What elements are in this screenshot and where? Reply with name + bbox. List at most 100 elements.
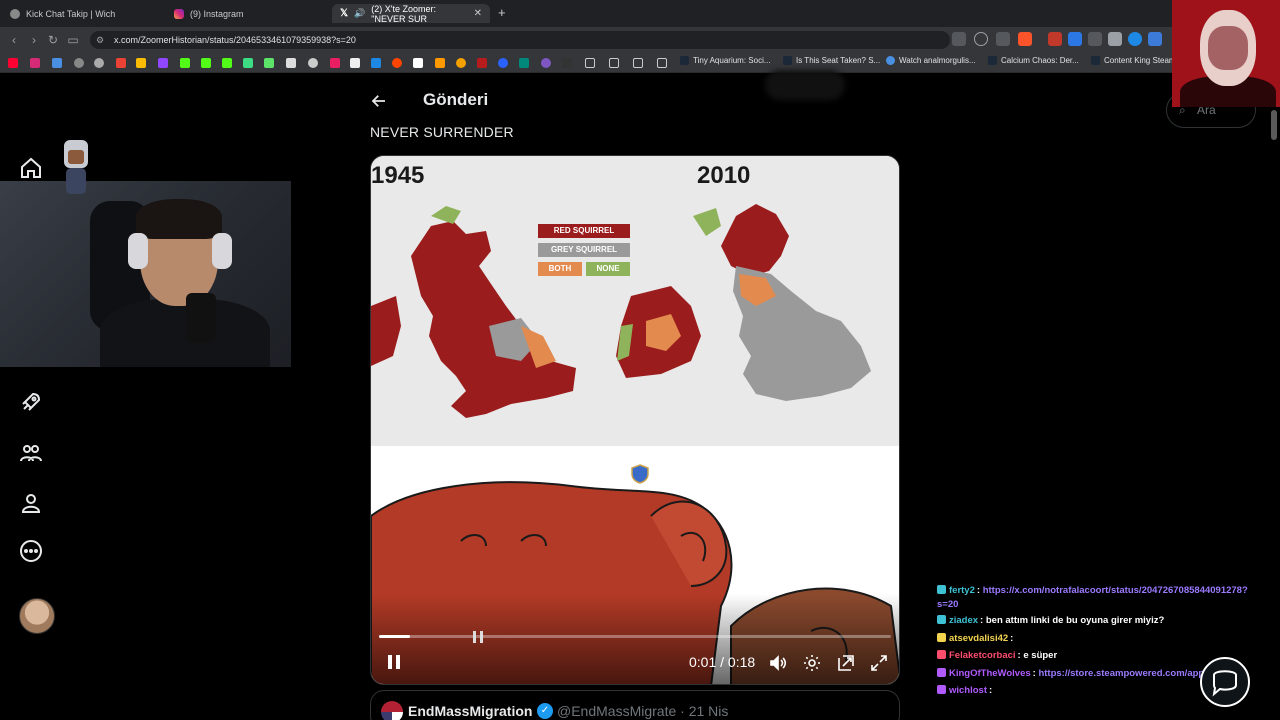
squirrel-maps bbox=[371, 204, 871, 418]
bookmark-item[interactable]: Tiny Aquarium: Soci... bbox=[680, 56, 771, 65]
fullscreen-icon[interactable] bbox=[870, 654, 888, 672]
drive-icon[interactable] bbox=[136, 58, 146, 68]
chat-username[interactable]: KingOfTheWolves bbox=[949, 668, 1031, 679]
bookmark-icon[interactable] bbox=[308, 58, 318, 68]
tab-kick-chat[interactable]: Kick Chat Takip | Wich bbox=[2, 4, 166, 23]
quoted-post[interactable]: EndMassMigration ✓ @EndMassMigrate · 21 … bbox=[370, 690, 900, 720]
bookmark-item[interactable]: Watch analmorgulis... bbox=[886, 56, 976, 65]
new-tab-button[interactable]: + bbox=[498, 5, 506, 20]
bookmark-icon[interactable] bbox=[330, 58, 340, 68]
extension-icon[interactable] bbox=[1048, 32, 1062, 46]
bookmark-icon[interactable] bbox=[52, 58, 62, 68]
cast-icon[interactable] bbox=[952, 32, 966, 46]
more-icon[interactable] bbox=[19, 539, 43, 563]
quoted-author-name[interactable]: EndMassMigration bbox=[408, 703, 532, 719]
home-icon[interactable] bbox=[19, 156, 43, 180]
forward-icon[interactable]: › bbox=[26, 32, 42, 48]
folder-icon[interactable] bbox=[585, 58, 595, 68]
rocket-icon[interactable] bbox=[19, 390, 43, 414]
steam-icon bbox=[680, 56, 689, 65]
instagram-icon[interactable] bbox=[30, 58, 40, 68]
x-logo-icon: 𝕏 bbox=[340, 8, 349, 19]
steam-icon bbox=[988, 56, 997, 65]
legend-both: BOTH bbox=[538, 262, 582, 276]
folder-icon[interactable] bbox=[633, 58, 643, 68]
extension-icon[interactable] bbox=[1128, 32, 1142, 46]
chat-badge-icon bbox=[937, 585, 946, 594]
pause-icon[interactable] bbox=[385, 653, 403, 671]
back-arrow-icon[interactable] bbox=[370, 92, 388, 110]
kick-icon[interactable] bbox=[201, 58, 211, 68]
folder-icon[interactable] bbox=[609, 58, 619, 68]
account-avatar[interactable] bbox=[19, 598, 55, 634]
share-icon[interactable] bbox=[996, 32, 1010, 46]
address-bar[interactable]: ⚙ x.com/ZoomerHistorian/status/204653346… bbox=[90, 31, 950, 49]
extension-icon[interactable] bbox=[1148, 32, 1162, 46]
bookmark-item[interactable]: Is This Seat Taken? S... bbox=[783, 56, 880, 65]
chat-bubble-icon[interactable] bbox=[1200, 657, 1250, 707]
communities-icon[interactable] bbox=[19, 441, 43, 465]
volume-icon[interactable] bbox=[769, 654, 787, 672]
url-text: x.com/ZoomerHistorian/status/20465334610… bbox=[114, 35, 356, 45]
bookmark-icon[interactable] bbox=[243, 58, 253, 68]
chat-username[interactable]: wichlost bbox=[949, 685, 987, 696]
bookmark-icon[interactable] bbox=[519, 58, 529, 68]
extension-icon[interactable] bbox=[1088, 32, 1102, 46]
bookmark-icon[interactable] bbox=[456, 58, 466, 68]
x-logo-icon[interactable] bbox=[350, 58, 360, 68]
bookmark-item[interactable]: Content King Steam bbox=[1091, 56, 1176, 65]
zoom-icon[interactable] bbox=[974, 32, 988, 46]
twitch-icon[interactable] bbox=[158, 58, 168, 68]
bookmark-icon[interactable] bbox=[371, 58, 381, 68]
chat-link[interactable]: https://x.com/notrafalacoort/status/2047… bbox=[937, 585, 1248, 610]
extension-icon[interactable] bbox=[1108, 32, 1122, 46]
chat-username[interactable]: Felaketcorbaci bbox=[949, 650, 1016, 661]
reload-icon[interactable]: ↻ bbox=[45, 32, 61, 48]
bookmark-item[interactable]: Calcium Chaos: Der... bbox=[988, 56, 1079, 65]
gmail-icon[interactable] bbox=[116, 58, 126, 68]
back-icon[interactable]: ‹ bbox=[6, 32, 22, 48]
picture-in-picture-icon[interactable] bbox=[837, 654, 855, 672]
amazon-icon[interactable] bbox=[435, 58, 445, 68]
bookmark-icon[interactable] bbox=[498, 58, 508, 68]
settings-gear-icon[interactable] bbox=[803, 654, 821, 672]
tab-title: (9) Instagram bbox=[190, 8, 244, 19]
legend-none: NONE bbox=[586, 262, 630, 276]
tab-title: (2) X'te Zoomer: "NEVER SUR bbox=[371, 3, 437, 24]
chat-badge-icon bbox=[937, 667, 946, 677]
page-scrollbar[interactable] bbox=[1271, 110, 1277, 140]
globe-icon[interactable] bbox=[94, 58, 104, 68]
chat-username[interactable]: ferty2 bbox=[949, 585, 975, 596]
tab-x-post[interactable]: 𝕏 🔊 (2) X'te Zoomer: "NEVER SUR ✕ bbox=[332, 3, 490, 24]
extension-icon[interactable] bbox=[1068, 32, 1082, 46]
chat-username[interactable]: atsevdalisi42 bbox=[949, 633, 1008, 644]
bookmark-icon[interactable] bbox=[562, 58, 572, 68]
video-progress-bar[interactable] bbox=[379, 635, 891, 638]
brave-shield-icon[interactable] bbox=[1018, 32, 1032, 46]
kick-icon[interactable] bbox=[180, 58, 190, 68]
folder-icon[interactable] bbox=[657, 58, 667, 68]
bookmark-icon[interactable] bbox=[413, 58, 423, 68]
profile-icon[interactable] bbox=[19, 491, 43, 515]
bookmark-icon[interactable] bbox=[286, 58, 296, 68]
bookmark-icon[interactable]: ▭ bbox=[65, 32, 81, 48]
close-tab-icon[interactable]: ✕ bbox=[474, 8, 482, 19]
message-icon bbox=[1212, 670, 1237, 697]
bookmark-icon[interactable] bbox=[264, 58, 274, 68]
microphone bbox=[186, 293, 216, 343]
youtube-icon[interactable] bbox=[8, 58, 18, 68]
webcam-overlay bbox=[0, 181, 291, 367]
reddit-icon[interactable] bbox=[392, 58, 402, 68]
shield-icon bbox=[631, 464, 649, 484]
kick-icon[interactable] bbox=[222, 58, 232, 68]
quoted-avatar[interactable] bbox=[381, 701, 403, 720]
bookmark-icon[interactable] bbox=[541, 58, 551, 68]
video-player[interactable]: 1945 2010 RED SQUIRREL GREY SQUIRREL BOT… bbox=[370, 155, 900, 685]
bookmark-icon[interactable] bbox=[477, 58, 487, 68]
chat-message: ferty2: https://x.com/notrafalacoort/sta… bbox=[937, 584, 1267, 612]
chat-username[interactable]: ziadex bbox=[949, 615, 978, 626]
tab-instagram[interactable]: (9) Instagram bbox=[166, 4, 330, 23]
site-settings-icon[interactable]: ⚙ bbox=[96, 31, 104, 49]
globe-icon[interactable] bbox=[74, 58, 84, 68]
headphone-icon bbox=[128, 233, 148, 269]
